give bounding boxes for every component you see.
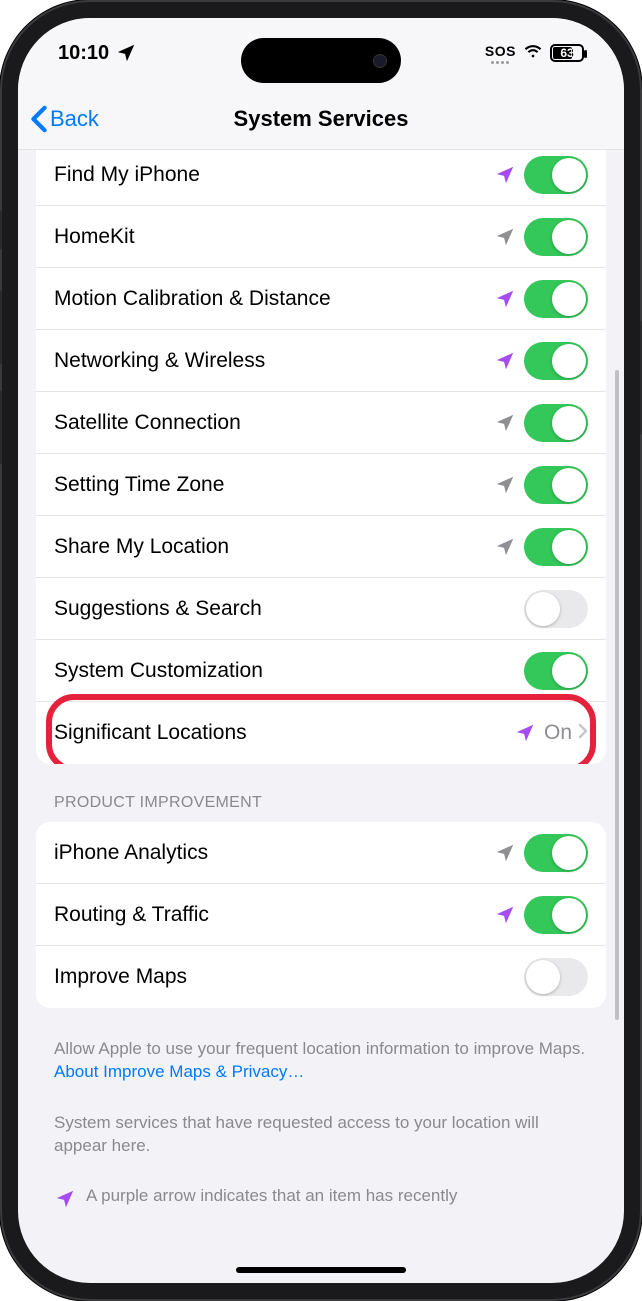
phone-frame: 10:10 SOS 63	[0, 0, 642, 1301]
row-suggestions-search: Suggestions & Search	[36, 578, 606, 640]
location-arrow-icon	[514, 722, 536, 744]
row-detail: On	[544, 721, 572, 745]
row-label: Satellite Connection	[54, 411, 494, 435]
row-significant-locations[interactable]: Significant Locations On	[36, 702, 606, 764]
toggle-setting-time-zone[interactable]	[524, 466, 588, 504]
toggle-find-my-iphone[interactable]	[524, 156, 588, 194]
location-arrow-icon	[54, 1188, 76, 1210]
location-arrow-icon	[494, 536, 516, 558]
dynamic-island	[241, 38, 401, 83]
footer-improve-maps: Allow Apple to use your frequent locatio…	[18, 1038, 624, 1112]
row-networking-wireless: Networking & Wireless	[36, 330, 606, 392]
about-improve-maps-link[interactable]: About Improve Maps & Privacy…	[54, 1062, 304, 1081]
status-sos: SOS	[485, 43, 516, 59]
status-dots	[491, 61, 509, 64]
toggle-motion-calibration[interactable]	[524, 280, 588, 318]
scrollbar[interactable]	[615, 370, 619, 1020]
toggle-suggestions-search[interactable]	[524, 590, 588, 628]
row-label: Routing & Traffic	[54, 903, 494, 927]
row-iphone-analytics: iPhone Analytics	[36, 822, 606, 884]
row-homekit: HomeKit	[36, 206, 606, 268]
status-time: 10:10	[58, 42, 109, 65]
row-routing-traffic: Routing & Traffic	[36, 884, 606, 946]
row-improve-maps: Improve Maps	[36, 946, 606, 1008]
screen: 10:10 SOS 63	[18, 18, 624, 1283]
camera-dot	[373, 54, 387, 68]
location-arrow-icon	[494, 904, 516, 926]
location-arrow-icon	[494, 474, 516, 496]
row-label: HomeKit	[54, 225, 494, 249]
row-label: Motion Calibration & Distance	[54, 287, 494, 311]
location-arrow-icon	[494, 164, 516, 186]
toggle-satellite-connection[interactable]	[524, 404, 588, 442]
nav-bar: Back System Services	[18, 88, 624, 150]
home-indicator[interactable]	[236, 1267, 406, 1273]
location-arrow-icon	[494, 288, 516, 310]
back-button[interactable]: Back	[30, 105, 99, 133]
side-button	[0, 210, 2, 250]
side-button	[0, 290, 2, 365]
content-scroll[interactable]: Find My iPhone HomeKit Motion Calibratio…	[18, 150, 624, 1283]
row-label: Suggestions & Search	[54, 597, 524, 621]
row-label: iPhone Analytics	[54, 841, 494, 865]
row-label: Networking & Wireless	[54, 349, 494, 373]
toggle-routing-traffic[interactable]	[524, 896, 588, 934]
row-label: Significant Locations	[54, 721, 514, 745]
toggle-share-my-location[interactable]	[524, 528, 588, 566]
legend-purple-arrow: A purple arrow indicates that an item ha…	[18, 1186, 624, 1218]
services-group: Find My iPhone HomeKit Motion Calibratio…	[36, 150, 606, 764]
location-active-icon	[115, 42, 137, 64]
row-label: Improve Maps	[54, 965, 524, 989]
toggle-iphone-analytics[interactable]	[524, 834, 588, 872]
location-arrow-icon	[494, 226, 516, 248]
chevron-right-icon	[578, 723, 588, 744]
footer-system-services: System services that have requested acce…	[18, 1112, 624, 1186]
legend-text: A purple arrow indicates that an item ha…	[86, 1186, 457, 1206]
toggle-homekit[interactable]	[524, 218, 588, 256]
toggle-networking-wireless[interactable]	[524, 342, 588, 380]
battery-icon: 63	[550, 44, 584, 62]
footer-text: Allow Apple to use your frequent locatio…	[54, 1039, 585, 1058]
row-setting-time-zone: Setting Time Zone	[36, 454, 606, 516]
row-find-my-iphone: Find My iPhone	[36, 150, 606, 206]
row-label: Setting Time Zone	[54, 473, 494, 497]
back-label: Back	[50, 106, 99, 132]
section-header-product-improvement: PRODUCT IMPROVEMENT	[18, 794, 624, 822]
location-arrow-icon	[494, 350, 516, 372]
row-share-my-location: Share My Location	[36, 516, 606, 578]
row-label: Find My iPhone	[54, 163, 494, 187]
row-satellite-connection: Satellite Connection	[36, 392, 606, 454]
toggle-system-customization[interactable]	[524, 652, 588, 690]
toggle-improve-maps[interactable]	[524, 958, 588, 996]
location-arrow-icon	[494, 842, 516, 864]
product-improvement-group: iPhone Analytics Routing & Traffic Impro…	[36, 822, 606, 1008]
row-label: Share My Location	[54, 535, 494, 559]
row-system-customization: System Customization	[36, 640, 606, 702]
chevron-left-icon	[30, 105, 48, 133]
wifi-icon	[522, 39, 544, 67]
row-label: System Customization	[54, 659, 524, 683]
page-title: System Services	[234, 106, 409, 132]
row-motion-calibration: Motion Calibration & Distance	[36, 268, 606, 330]
side-button	[0, 390, 2, 465]
location-arrow-icon	[494, 412, 516, 434]
